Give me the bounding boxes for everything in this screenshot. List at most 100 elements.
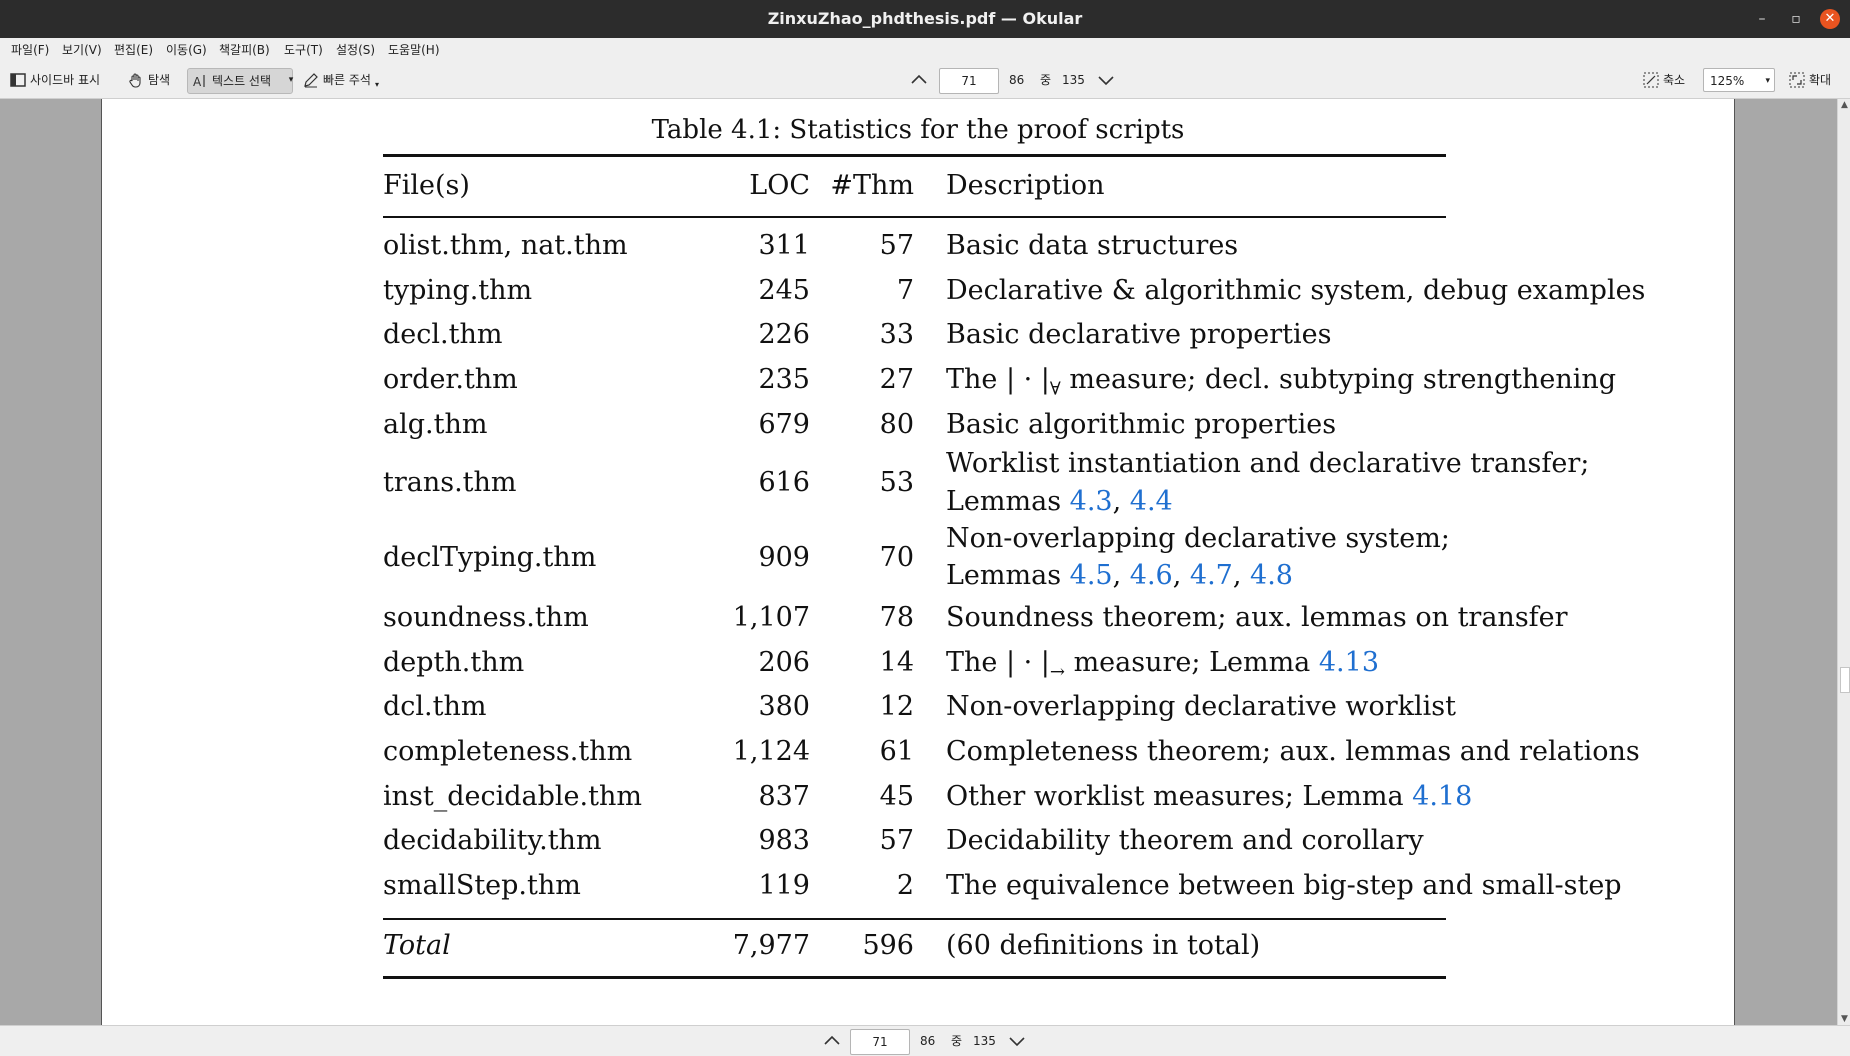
- menu-view[interactable]: 보기(V): [60, 38, 104, 62]
- pen-icon: [304, 73, 318, 88]
- table-row-loc: 119: [758, 870, 810, 901]
- pdf-page[interactable]: Table 4.1: Statistics for the proof scri…: [101, 99, 1735, 1025]
- table-row-thm: 2: [896, 870, 914, 901]
- table-row-description: Non-overlapping declarative worklist: [946, 691, 1457, 722]
- table-row-thm: 7: [896, 275, 914, 306]
- zoom-out-icon: [1643, 72, 1659, 88]
- table-row-thm: 33: [879, 319, 914, 350]
- table-row-loc: 206: [758, 647, 810, 678]
- table-row-thm: 14: [879, 647, 914, 678]
- scroll-down-icon[interactable]: ▼: [1838, 1013, 1850, 1025]
- text-select-tool-button[interactable]: A 텍스트 선택: [187, 68, 293, 94]
- table-row-description: The equivalence between big-step and sma…: [946, 870, 1622, 901]
- zoom-level-select[interactable]: 125% ▾: [1703, 68, 1775, 92]
- maximize-icon[interactable]: ▫: [1786, 9, 1806, 29]
- document-viewport[interactable]: Table 4.1: Statistics for the proof scri…: [0, 99, 1837, 1025]
- scrollbar-thumb[interactable]: [1840, 667, 1850, 693]
- table-row-description: The | · |∀ measure; decl. subtyping stre…: [946, 364, 1616, 399]
- table-row-description: Other worklist measures; Lemma 4.18: [946, 781, 1472, 812]
- forall-subscript: ∀: [1049, 378, 1061, 400]
- table-row-thm: 78: [879, 602, 914, 633]
- table-row-loc: 226: [758, 319, 810, 350]
- header-files: File(s): [383, 170, 470, 201]
- menu-bar: 파일(F) 보기(V) 편집(E) 이동(G) 책갈피(B) 도구(T) 설정(…: [0, 38, 1850, 62]
- table-row-loc: 235: [758, 364, 810, 395]
- table-row-loc: 909: [758, 542, 810, 573]
- chevron-down-icon: ▾: [374, 80, 379, 89]
- previous-page-icon[interactable]: [909, 70, 929, 90]
- lemma-link[interactable]: 4.6: [1130, 560, 1173, 591]
- zoom-in-icon: [1789, 72, 1805, 88]
- table-row-description: Completeness theorem; aux. lemmas and re…: [946, 736, 1640, 767]
- tool-dropdown-button[interactable]: ▾: [285, 68, 297, 92]
- menu-edit[interactable]: 편집(E): [112, 38, 155, 62]
- table-row-file: typing.thm: [383, 275, 533, 306]
- zoom-level-value: 125%: [1710, 74, 1745, 88]
- arrow-subscript: →: [1049, 661, 1065, 683]
- table-row-description: Worklist instantiation and declarative t…: [946, 448, 1590, 479]
- page-label: 86: [1009, 73, 1025, 87]
- zoom-out-label: 축소: [1663, 73, 1686, 87]
- table-row-description: Lemmas 4.3, 4.4: [946, 486, 1173, 517]
- lemma-link[interactable]: 4.13: [1319, 647, 1379, 678]
- table-row-file: alg.thm: [383, 409, 488, 440]
- table-row-loc: 311: [758, 230, 810, 261]
- table-row-file: order.thm: [383, 364, 518, 395]
- header-description: Description: [946, 170, 1105, 201]
- lemma-link[interactable]: 4.5: [1070, 560, 1113, 591]
- menu-tools[interactable]: 도구(T): [282, 38, 325, 62]
- next-page-icon[interactable]: [1007, 1031, 1027, 1051]
- page-number-input[interactable]: 71: [939, 68, 999, 94]
- table-row-file: depth.thm: [383, 647, 525, 678]
- table-row-file: declTyping.thm: [383, 542, 597, 573]
- minimize-icon[interactable]: –: [1752, 9, 1772, 29]
- table-row-thm: 70: [879, 542, 914, 573]
- hand-icon: [129, 73, 141, 88]
- menu-settings[interactable]: 설정(S): [334, 38, 377, 62]
- description-text: Other worklist measures; Lemma: [946, 781, 1413, 812]
- close-icon[interactable]: ✕: [1820, 9, 1840, 29]
- quick-annotate-button[interactable]: 빠른 주석 ▾: [303, 68, 379, 92]
- vertical-scrollbar[interactable]: ▲ ▼: [1837, 99, 1850, 1025]
- table-row-loc: 245: [758, 275, 810, 306]
- table-row-file: dcl.thm: [383, 691, 487, 722]
- table-row-loc: 1,107: [732, 602, 810, 633]
- table-row-thm: 57: [879, 230, 914, 261]
- title-bar: ZinxuZhao_phdthesis.pdf — Okular – ▫ ✕: [0, 0, 1850, 38]
- toolbar: 사이드바 표시 탐색 A 텍스트 선택 ▾ 빠른 주석 ▾ 71 86 중 13…: [0, 62, 1850, 99]
- sidebar-toggle-label: 사이드바 표시: [30, 73, 101, 87]
- lemma-link[interactable]: 4.8: [1250, 560, 1293, 591]
- table-row-file: decidability.thm: [383, 825, 602, 856]
- header-thm: #Thm: [830, 170, 914, 201]
- table-total-rule: [383, 918, 1446, 920]
- table-row-description: Lemmas 4.5, 4.6, 4.7, 4.8: [946, 560, 1293, 591]
- description-text: The | · |: [946, 647, 1050, 678]
- table-row-file: inst_decidable.thm: [383, 781, 642, 812]
- of-label: 중: [1040, 73, 1052, 87]
- total-loc: 7,977: [732, 930, 810, 961]
- lemma-link[interactable]: 4.18: [1412, 781, 1472, 812]
- menu-go[interactable]: 이동(G): [164, 38, 209, 62]
- table-row-thm: 27: [879, 364, 914, 395]
- next-page-icon[interactable]: [1096, 70, 1116, 90]
- bottom-page-number-input[interactable]: 71: [850, 1029, 910, 1055]
- menu-file[interactable]: 파일(F): [9, 38, 51, 62]
- lemma-link[interactable]: 4.3: [1070, 486, 1113, 517]
- table-row-file: smallStep.thm: [383, 870, 581, 901]
- browse-tool-button[interactable]: 탐색: [128, 68, 170, 92]
- table-row-description: The | · |→ measure; Lemma 4.13: [946, 647, 1379, 682]
- scroll-up-icon[interactable]: ▲: [1838, 99, 1850, 111]
- table-row-loc: 380: [758, 691, 810, 722]
- table-row-description: Soundness theorem; aux. lemmas on transf…: [946, 602, 1568, 633]
- bottom-page-label: 86: [920, 1034, 936, 1048]
- description-text: The | · |: [946, 364, 1050, 395]
- previous-page-icon[interactable]: [822, 1031, 842, 1051]
- menu-help[interactable]: 도움말(H): [386, 38, 442, 62]
- menu-bookmarks[interactable]: 책갈피(B): [217, 38, 272, 62]
- lemma-link[interactable]: 4.4: [1130, 486, 1173, 517]
- sidebar-toggle-button[interactable]: 사이드바 표시: [10, 68, 100, 92]
- zoom-in-button[interactable]: 확대: [1789, 68, 1831, 92]
- table-row-loc: 679: [758, 409, 810, 440]
- zoom-out-button[interactable]: 축소: [1643, 68, 1685, 92]
- lemma-link[interactable]: 4.7: [1190, 560, 1233, 591]
